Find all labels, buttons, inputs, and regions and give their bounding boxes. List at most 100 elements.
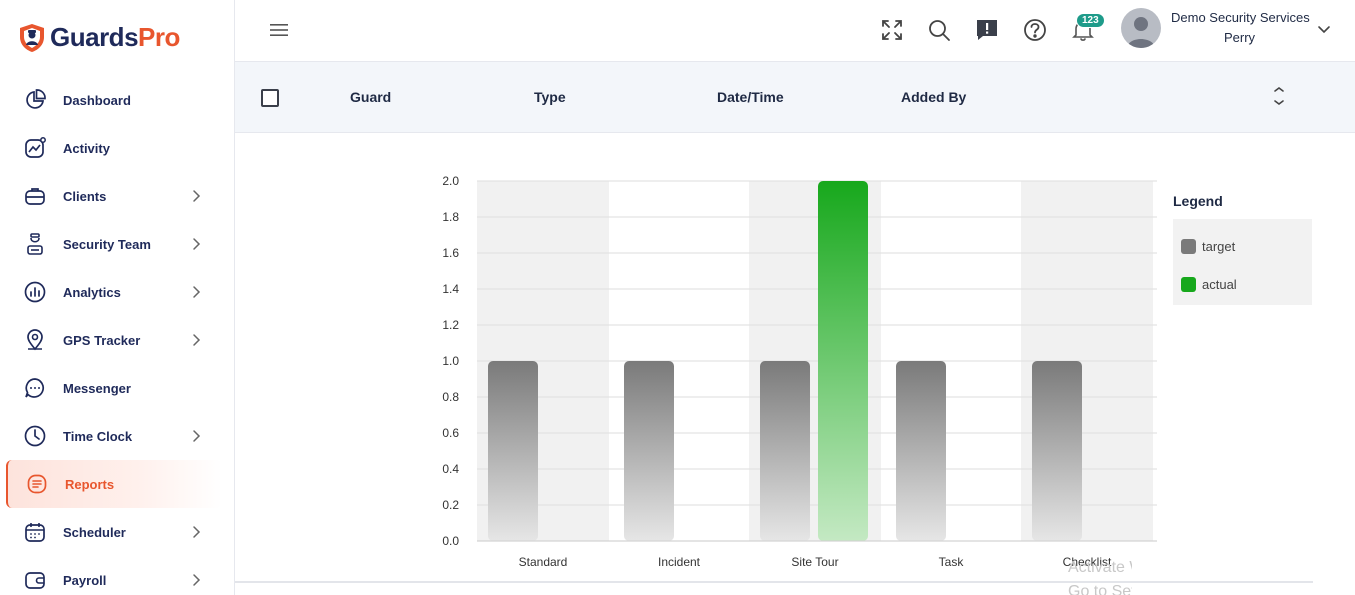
chevron-right-icon[interactable]	[189, 189, 203, 203]
sidebar-item-label: Messenger	[63, 380, 131, 396]
bar-actual	[818, 181, 868, 541]
table-header: Guard Type Date/Time Added By	[235, 62, 1355, 133]
sidebar-item-label: Analytics	[63, 284, 121, 300]
y-tick-label: 1.6	[442, 246, 459, 260]
y-tick-label: 0.4	[442, 462, 459, 476]
calendar-icon	[22, 519, 48, 545]
legend-entry-target[interactable]: target	[1181, 227, 1304, 265]
guard-icon	[22, 231, 48, 257]
bar-chart: 0.0 0.2 0.4 0.6 0.8 1.0 1.2 1.4 1.6 1.8 2.0 Standar…	[442, 174, 1157, 569]
y-tick-label: 1.0	[442, 354, 459, 368]
column-header-type[interactable]: Type	[534, 89, 566, 105]
brand-name-part2: Pro	[138, 22, 180, 52]
bar-target	[896, 361, 946, 541]
sidebar-item-security-team[interactable]: Security Team	[0, 220, 235, 268]
pie-chart-icon	[22, 87, 48, 113]
select-all-checkbox[interactable]	[261, 89, 279, 107]
column-header-guard[interactable]: Guard	[350, 89, 391, 105]
watermark-line1: Activate Windows	[1068, 559, 1132, 576]
user-name: Perry	[1224, 30, 1256, 45]
map-pin-icon	[22, 327, 48, 353]
column-header-datetime[interactable]: Date/Time	[717, 89, 784, 105]
chevron-right-icon[interactable]	[189, 237, 203, 251]
shield-logo-icon	[20, 23, 44, 52]
sidebar-item-label: Time Clock	[63, 428, 133, 444]
sidebar-item-scheduler[interactable]: Scheduler	[0, 508, 235, 556]
analytics-icon	[22, 279, 48, 305]
legend-title: Legend	[1173, 193, 1223, 209]
chevron-right-icon[interactable]	[189, 333, 203, 347]
chevron-down-icon[interactable]	[1317, 22, 1331, 36]
sidebar: GuardsPro Dashboard Activity Clients Securi…	[0, 0, 235, 595]
sidebar-item-label: Scheduler	[63, 524, 126, 540]
chevron-right-icon[interactable]	[189, 285, 203, 299]
report-chart: 0.0 0.2 0.4 0.6 0.8 1.0 1.2 1.4 1.6 1.8 2.0 Standar…	[235, 133, 1355, 581]
brand-logo[interactable]: GuardsPro	[18, 22, 180, 53]
x-tick-label: Task	[939, 555, 965, 569]
column-header-added-by[interactable]: Added By	[901, 89, 966, 105]
sidebar-nav: Dashboard Activity Clients Security Team Ana…	[0, 76, 235, 595]
sidebar-item-label: Dashboard	[63, 92, 131, 108]
sidebar-item-time-clock[interactable]: Time Clock	[0, 412, 235, 460]
x-tick-label: Standard	[519, 555, 568, 569]
y-tick-label: 0.8	[442, 390, 459, 404]
bar-target	[1032, 361, 1082, 541]
sidebar-item-label: Payroll	[63, 572, 107, 588]
sidebar-item-clients[interactable]: Clients	[0, 172, 235, 220]
sidebar-item-payroll[interactable]: Payroll	[0, 556, 235, 595]
y-tick-label: 2.0	[442, 174, 459, 188]
top-bar: 123 Demo Security Services Perry	[235, 0, 1355, 62]
collapse-icon[interactable]	[1271, 86, 1287, 106]
reports-icon	[24, 471, 50, 497]
legend-label: actual	[1202, 276, 1237, 292]
fullscreen-icon[interactable]	[879, 17, 905, 43]
sidebar-item-label: Security Team	[63, 236, 151, 252]
windows-watermark: Activate Windows Go to Settings	[1068, 556, 1132, 595]
help-icon[interactable]	[1022, 17, 1048, 43]
legend-label: target	[1202, 238, 1236, 254]
chart-legend: Legend target actual	[1173, 191, 1312, 305]
brand-name-part1: Guards	[50, 22, 139, 52]
sidebar-item-dashboard[interactable]: Dashboard	[0, 76, 235, 124]
clock-icon	[22, 423, 48, 449]
sidebar-item-messenger[interactable]: Messenger	[0, 364, 235, 412]
sidebar-item-analytics[interactable]: Analytics	[0, 268, 235, 316]
sidebar-item-label: Reports	[65, 476, 115, 492]
x-tick-label: Site Tour	[791, 555, 838, 569]
y-tick-label: 1.2	[442, 318, 459, 332]
sidebar-item-label: Activity	[63, 140, 110, 156]
sidebar-item-reports[interactable]: Reports	[6, 460, 222, 508]
user-silhouette-icon	[1127, 17, 1155, 48]
search-icon[interactable]	[926, 17, 952, 43]
activity-icon	[22, 135, 48, 161]
chevron-right-icon[interactable]	[189, 429, 203, 443]
watermark-line2: Go to Settings	[1068, 583, 1132, 595]
sidebar-item-activity[interactable]: Activity	[0, 124, 235, 172]
feedback-icon[interactable]	[974, 17, 1000, 43]
bar-target	[760, 361, 810, 541]
user-company: Demo Security Services	[1171, 10, 1310, 25]
chevron-right-icon[interactable]	[189, 525, 203, 539]
sidebar-item-label: Clients	[63, 188, 107, 204]
legend-box: target actual	[1173, 219, 1312, 305]
y-tick-label: 1.8	[442, 210, 459, 224]
chart-bottom-divider	[235, 581, 1313, 583]
hamburger-menu-icon[interactable]	[269, 20, 289, 40]
chevron-right-icon[interactable]	[189, 573, 203, 587]
avatar[interactable]	[1121, 8, 1161, 48]
x-tick-label: Incident	[658, 555, 701, 569]
bar-target	[488, 361, 538, 541]
wallet-icon	[22, 567, 48, 593]
y-tick-label: 1.4	[442, 282, 459, 296]
app-root: GuardsPro Dashboard Activity Clients Securi…	[0, 0, 1355, 595]
legend-swatch	[1181, 238, 1196, 254]
notification-badge: 123	[1076, 13, 1105, 28]
legend-entry-actual[interactable]: actual	[1181, 265, 1304, 303]
bar-target	[624, 361, 674, 541]
y-tick-label: 0.2	[442, 498, 459, 512]
sidebar-item-label: GPS Tracker	[63, 332, 141, 348]
chat-bubble-icon	[22, 375, 48, 401]
brand-name: GuardsPro	[50, 22, 180, 53]
y-tick-label: 0.6	[442, 426, 459, 440]
sidebar-item-gps-tracker[interactable]: GPS Tracker	[0, 316, 235, 364]
